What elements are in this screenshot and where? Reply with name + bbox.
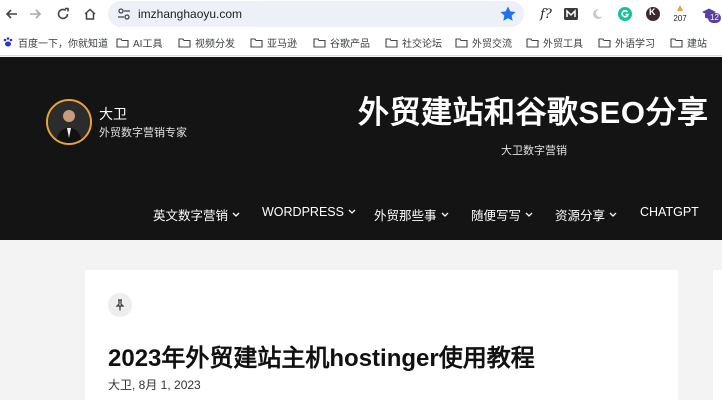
formula-extension[interactable]: f? xyxy=(536,4,556,24)
moon-extension[interactable] xyxy=(588,4,608,24)
folder-icon xyxy=(598,37,611,48)
bookmark-label: 亚马逊 xyxy=(267,38,297,50)
nav-label: WORDPRESS xyxy=(262,205,344,219)
browser-toolbar: imzhanghaoyu.com f? K 207 12 xyxy=(0,0,722,28)
nav-label: 英文数字营销 xyxy=(153,209,229,223)
chevron-down-icon xyxy=(232,212,240,217)
site-settings-icon[interactable] xyxy=(116,6,132,22)
nav-label: 资源分享 xyxy=(555,209,606,223)
bookmark-folder-video[interactable]: 视频分发 xyxy=(178,34,235,50)
graduation-extension[interactable]: 12 xyxy=(699,4,721,24)
article-meta: 大卫, 8月 1, 2023 xyxy=(108,378,201,392)
article-title[interactable]: 2023年外贸建站主机hostinger使用教程 xyxy=(108,338,535,373)
folder-icon xyxy=(385,37,398,48)
bookmark-folder-ai[interactable]: AI工具 xyxy=(116,34,162,50)
m-logo-icon xyxy=(564,8,578,20)
nav-item-chatgpt[interactable]: CHATGPT xyxy=(640,205,699,219)
paw-icon xyxy=(3,37,13,47)
bookmark-label: 视频分发 xyxy=(195,38,235,50)
bookmark-label: 百度一下，你就知道 xyxy=(18,38,108,50)
reload-icon xyxy=(57,7,69,20)
counter-extension[interactable]: 207 xyxy=(670,4,690,24)
hero-subtitle: 大卫数字营销 xyxy=(501,145,567,157)
bookmark-baidu[interactable]: 百度一下，你就知道 xyxy=(2,34,108,50)
nav-label: 外贸那些事 xyxy=(374,209,437,223)
home-icon xyxy=(84,8,96,20)
forward-button[interactable] xyxy=(25,4,45,24)
rocket-icon xyxy=(677,5,683,11)
nav-label: 随便写写 xyxy=(471,209,522,223)
bookmark-label: 外贸工具 xyxy=(543,38,583,50)
bookmarks-bar: 百度一下，你就知道 AI工具 视频分发 亚马逊 谷歌产品 社交论坛 外贸交流 外… xyxy=(0,28,722,56)
folder-icon xyxy=(670,37,683,48)
site-header: 大卫 外贸数字营销专家 外贸建站和谷歌SEO分享 大卫数字营销 英文数字营销 W… xyxy=(0,57,722,240)
grammarly-extension[interactable] xyxy=(615,4,635,24)
back-button[interactable] xyxy=(2,4,22,24)
reload-button[interactable] xyxy=(53,4,73,24)
grammarly-icon xyxy=(618,7,632,21)
url-text[interactable]: imzhanghaoyu.com xyxy=(138,7,242,21)
folder-icon xyxy=(178,37,191,48)
formula-label: f? xyxy=(540,6,552,22)
bookmark-folder-social[interactable]: 社交论坛 xyxy=(385,34,442,50)
nav-label: CHATGPT xyxy=(640,205,699,219)
bookmark-label: 外语学习 xyxy=(615,38,655,50)
arrow-left-icon xyxy=(5,9,17,19)
nav-item-trade-matters[interactable]: 外贸那些事 xyxy=(374,205,449,224)
folder-icon xyxy=(313,37,326,48)
person-photo-icon xyxy=(48,101,90,143)
bookmark-label: 谷歌产品 xyxy=(330,38,370,50)
folder-icon xyxy=(455,37,468,48)
m-extension[interactable] xyxy=(561,4,581,24)
bookmark-label: 社交论坛 xyxy=(402,38,442,50)
bookmark-folder-amazon[interactable]: 亚马逊 xyxy=(250,34,297,50)
bookmark-folder-trade-exchange[interactable]: 外贸交流 xyxy=(455,34,512,50)
bookmark-folder-google[interactable]: 谷歌产品 xyxy=(313,34,370,50)
moon-icon xyxy=(593,9,604,19)
profile-extension[interactable]: K xyxy=(643,4,663,24)
nav-item-wordpress[interactable]: WORDPRESS xyxy=(262,205,356,219)
bookmark-label: 外贸交流 xyxy=(472,38,512,50)
adjacent-card-edge xyxy=(713,270,722,400)
cap-badge: 12 xyxy=(708,13,721,23)
nav-item-casual-writing[interactable]: 随便写写 xyxy=(471,205,533,224)
bookmark-folder-trade-tools[interactable]: 外贸工具 xyxy=(526,34,583,50)
nav-item-english-marketing[interactable]: 英文数字营销 xyxy=(153,205,240,224)
chevron-down-icon xyxy=(525,212,533,217)
home-button[interactable] xyxy=(80,4,100,24)
article-card: 2023年外贸建站主机hostinger使用教程 大卫, 8月 1, 2023 xyxy=(85,270,678,400)
nav-item-resources[interactable]: 资源分享 xyxy=(555,205,617,224)
folder-icon xyxy=(526,37,539,48)
address-bar[interactable]: imzhanghaoyu.com xyxy=(108,1,524,27)
arrow-right-icon xyxy=(30,9,42,19)
chevron-down-icon xyxy=(441,212,448,217)
bookmark-star-icon[interactable] xyxy=(498,4,518,24)
brand-name[interactable]: 大卫 xyxy=(99,104,127,124)
chevron-down-icon xyxy=(348,209,356,214)
folder-icon xyxy=(116,37,129,48)
counter-badge: 207 xyxy=(673,14,687,23)
profile-letter: K xyxy=(649,7,656,17)
chevron-down-icon xyxy=(609,212,617,217)
avatar[interactable] xyxy=(46,99,92,145)
hero-title: 外贸建站和谷歌SEO分享 xyxy=(358,95,709,130)
bookmark-folder-site-building[interactable]: 建站 xyxy=(670,34,707,50)
folder-icon xyxy=(250,37,263,48)
pin-icon xyxy=(115,299,125,311)
brand-tagline: 外贸数字营销专家 xyxy=(99,127,187,139)
bookmark-folder-language[interactable]: 外语学习 xyxy=(598,34,655,50)
sticky-post-badge xyxy=(108,293,132,317)
bookmark-label: 建站 xyxy=(687,38,707,50)
bookmark-label: AI工具 xyxy=(133,38,163,50)
